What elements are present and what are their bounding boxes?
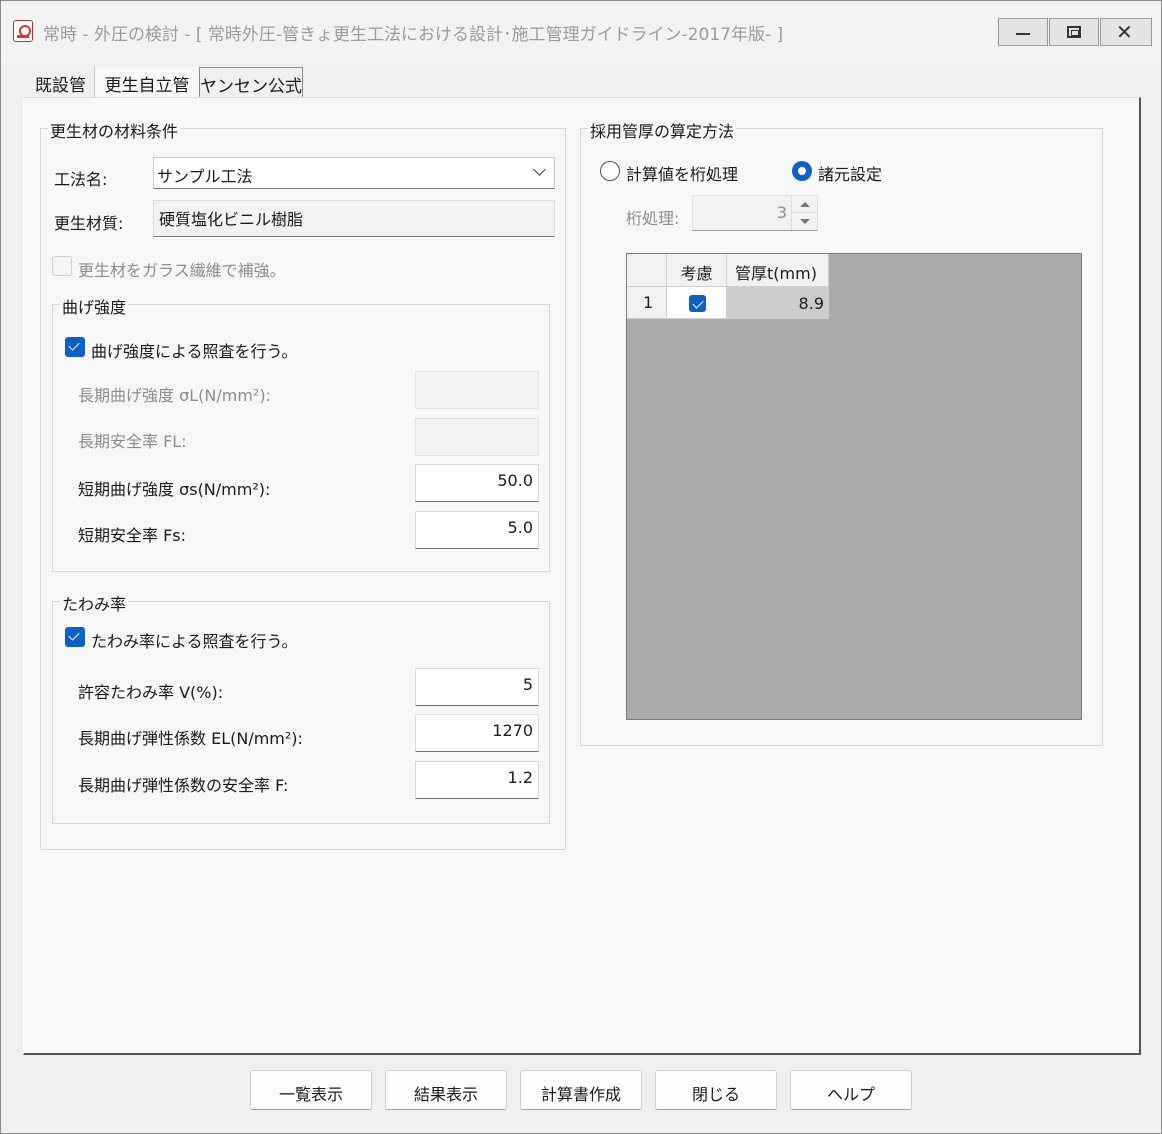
close-button[interactable]: 閉じる [655,1070,777,1110]
chevron-down-icon [533,163,546,176]
deflection-check-checkbox[interactable] [65,627,85,647]
grid-cell-thickness[interactable]: 8.9 [727,287,829,319]
short-strength-label: 短期曲げ強度 σs(N/mm²): [78,480,271,499]
grid-header-thickness-text: 管厚t(mm) [735,264,817,283]
grid-header-consider: 考慮 [667,254,727,287]
thickness-group-title: 採用管厚の算定方法 [588,118,737,142]
grid-cell-consider[interactable] [667,287,727,319]
glass-fiber-label: 更生材をガラス繊維で補強。 [78,261,286,280]
modulus-safety-label: 長期曲げ弾性係数の安全率 F: [78,776,289,795]
help-button[interactable]: ヘルプ [790,1070,912,1110]
material-group-title: 更生材の材料条件 [48,118,181,142]
short-safety-value: 5.0 [507,518,533,537]
grid-row-number: 1 [627,287,667,319]
bending-check-label: 曲げ強度による照査を行う。 [91,342,298,361]
method-select-value: サンプル工法 [157,167,253,186]
spin-up-icon[interactable] [791,196,817,213]
result-view-button[interactable]: 結果表示 [385,1070,507,1110]
list-view-button[interactable]: 一覧表示 [250,1070,372,1110]
minimize-icon [1016,33,1030,35]
tab-existing-pipe[interactable]: 既設管 [27,67,95,97]
long-strength-input[interactable] [415,371,539,409]
short-strength-input[interactable]: 50.0 [415,464,539,502]
short-strength-value: 50.0 [497,471,533,490]
glass-fiber-checkbox[interactable] [52,256,72,276]
allow-deflection-value: 5 [522,675,533,694]
main-window: 常時 - 外圧の検討 - [ 常時外圧-管きょ更生工法における設計･施工管理ガイ… [0,0,1162,1134]
method-label: 工法名: [54,170,108,189]
app-icon [13,20,33,42]
digits-value: 3 [776,203,787,222]
bending-group-title: 曲げ強度 [60,294,129,318]
grid-cell-thickness-value: 8.9 [798,294,824,313]
digits-spinner[interactable]: 3 [692,195,818,231]
minimize-button[interactable] [998,18,1048,46]
long-strength-label: 長期曲げ強度 σL(N/mm²): [78,386,271,405]
bending-check-checkbox[interactable] [65,337,85,357]
allow-deflection-label: 許容たわみ率 V(%): [78,683,224,702]
radio-calc-rounding-label: 計算値を桁処理 [626,165,739,184]
tab-janssen-formula[interactable]: ヤンセン公式 [199,67,303,97]
modulus-safety-input[interactable]: 1.2 [415,761,539,799]
create-report-button[interactable]: 計算書作成 [520,1070,642,1110]
short-safety-input[interactable]: 5.0 [415,511,539,549]
tab-renewal-pipe[interactable]: 更生自立管 [95,67,199,97]
method-select[interactable]: サンプル工法 [153,157,555,189]
allow-deflection-input[interactable]: 5 [415,668,539,706]
grid-row-number-text: 1 [643,293,654,312]
title-bar: 常時 - 外圧の検討 - [ 常時外圧-管きょ更生工法における設計･施工管理ガイ… [1,1,1161,63]
window-title: 常時 - 外圧の検討 - [ 常時外圧-管きょ更生工法における設計･施工管理ガイ… [43,25,784,45]
thickness-grid: 考慮 管厚t(mm) 1 8.9 [626,253,1082,720]
material-label: 更生材質: [54,214,124,233]
close-icon: ✕ [1116,20,1133,44]
material-value: 硬質塩化ビニル樹脂 [159,210,304,229]
radio-spec-setting[interactable] [792,161,812,181]
restore-icon [1067,26,1081,38]
radio-spec-setting-label: 諸元設定 [818,165,883,184]
grid-header-consider-text: 考慮 [680,264,713,283]
tab-page: 更生材の材料条件 工法名: サンプル工法 更生材質: 硬質塩化ビニル樹脂 更生材… [23,97,1141,1055]
digits-label: 桁処理: [626,209,680,228]
long-safety-input[interactable] [415,418,539,456]
material-field: 硬質塩化ビニル樹脂 [153,200,555,237]
spin-down-icon[interactable] [791,213,817,230]
long-modulus-input[interactable]: 1270 [415,714,539,752]
maximize-button[interactable] [1049,18,1099,46]
long-safety-label: 長期安全率 FL: [78,432,187,451]
grid-corner-header [627,254,667,287]
short-safety-label: 短期安全率 Fs: [78,526,187,545]
modulus-safety-value: 1.2 [507,768,533,787]
long-modulus-label: 長期曲げ弾性係数 EL(N/mm²): [78,729,303,748]
deflection-check-label: たわみ率による照査を行う。 [91,632,298,651]
long-modulus-value: 1270 [492,721,533,740]
close-window-button[interactable]: ✕ [1100,18,1152,46]
deflection-group-title: たわみ率 [60,591,129,615]
radio-calc-rounding[interactable] [600,161,620,181]
grid-header-thickness: 管厚t(mm) [727,254,829,287]
grid-consider-checkbox[interactable] [689,295,706,312]
